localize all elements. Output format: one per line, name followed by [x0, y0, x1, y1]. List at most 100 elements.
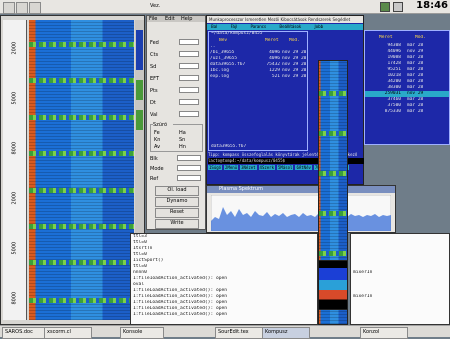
file-date: nov 29 2005 [282, 50, 306, 55]
mc-left-panel[interactable]: ~/data/kompusz/0455 Név Méret Mód. .. /b… [208, 31, 308, 151]
dynamo-button[interactable]: Dynamo [155, 197, 199, 207]
fkey-rename[interactable]: 6ÁtNév [295, 165, 312, 170]
mc-menu-left[interactable]: Bal [211, 24, 217, 29]
mc-right-panel[interactable]: Méret Mód. 94308 már 28 44096 nov 29 19088… [364, 30, 450, 145]
file-size: 4096 [269, 50, 280, 55]
console-window-right[interactable]: mixerIn mixerIn [350, 233, 450, 325]
terminal-icon[interactable] [29, 2, 41, 14]
filter-option[interactable]: Kn [154, 137, 174, 143]
load-button[interactable]: Ol. load [155, 186, 199, 196]
file-name: exp.log [210, 74, 229, 79]
mc-menu-command[interactable]: Parancs [250, 24, 266, 29]
spectrogram-image[interactable] [29, 20, 134, 320]
ruler-label: 5000 [11, 241, 18, 255]
menu-file[interactable]: File [149, 16, 163, 22]
write-button[interactable]: Write [155, 219, 199, 229]
file-date: nov 29 2005 [282, 68, 306, 73]
ruler-label: 8000 [11, 291, 18, 305]
mc-menu-options[interactable]: Beállítások [279, 24, 301, 29]
file-name: 1bc.log [210, 68, 229, 73]
mc-file-row[interactable]: /uzl_39655 4096 nov 29 2005 [210, 56, 306, 61]
param-label: Dt [150, 100, 156, 106]
file-date: már 28 [407, 73, 424, 78]
mc-file-row[interactable]: data39655.f67 75432 nov 29 2005 [210, 62, 306, 67]
filter-option[interactable]: Hn [179, 144, 199, 150]
task-kompusz[interactable]: Kompusz [262, 327, 310, 339]
mc-right-list: 94308 már 28 44096 nov 29 19088 már 28 1742… [365, 43, 449, 115]
menu-help[interactable]: Help [181, 16, 195, 22]
filter-option[interactable]: Fe [154, 130, 174, 136]
file-size: 34200 [387, 79, 401, 84]
fkey-help[interactable]: 1Súgó [208, 165, 223, 170]
file-date: már 28 [407, 103, 424, 108]
option-select[interactable] [177, 155, 201, 161]
panel-menu-item-1[interactable]: Vez. [150, 3, 200, 11]
fkey-copy[interactable]: 5Másol [277, 165, 294, 170]
task-saros[interactable]: SAROS.doc [2, 327, 46, 339]
channel-marker[interactable] [136, 110, 143, 130]
file-date: már 28 [407, 79, 424, 84]
spectrogram-window: 2000 5000 8000 2000 5000 8000 [0, 15, 145, 325]
fkey-menu[interactable]: 2Menü [224, 165, 239, 170]
menu-edit[interactable]: Edit [165, 16, 179, 22]
scrollbar-thumb[interactable] [136, 30, 143, 70]
mc-col-mtime: Mód. [415, 35, 426, 40]
filter-option[interactable]: Sn [179, 137, 199, 143]
console-side-label: mixerIn [353, 270, 373, 275]
param-field[interactable] [179, 51, 199, 57]
fkey-view[interactable]: 3Nézet [240, 165, 257, 170]
task-konsole[interactable]: Konsole [120, 327, 164, 339]
file-size: 75432 [266, 62, 280, 67]
file-date: nov 29 [407, 49, 424, 54]
param-field[interactable] [179, 87, 199, 93]
mc-menu-right[interactable]: Jobb [315, 24, 324, 29]
fkey-edit[interactable]: 4Szerk [258, 165, 275, 170]
mc-file-row[interactable]: 875330 már 28 [365, 109, 449, 115]
plot-area[interactable] [211, 195, 391, 231]
file-date: már 28 [407, 109, 424, 114]
file-size: 95251 [387, 67, 401, 72]
param-label: Val [150, 112, 158, 118]
channel-marker[interactable] [136, 80, 143, 100]
file-size: 10218 [387, 73, 401, 78]
file-size: 38300 [387, 85, 401, 90]
ruler-label: 5000 [11, 91, 18, 105]
filter-option[interactable]: Av [154, 144, 174, 150]
param-field[interactable] [179, 75, 199, 81]
console-window[interactable]: ttl=3 ttl=0 1tsrtTn ttl=0 1ictSport() tt… [130, 233, 318, 325]
network-icon[interactable] [380, 2, 390, 12]
menu-icon[interactable] [3, 2, 15, 14]
file-date: nov 29 2005 [282, 62, 306, 67]
reset-button[interactable]: Reset [155, 208, 199, 218]
param-field[interactable] [179, 39, 199, 45]
mc-file-row[interactable]: exp.log 521 nov 29 2005 [210, 74, 306, 79]
mc-title: Munkaprocesszor Ismeretlen Mezői Kibocsá… [207, 16, 363, 23]
browser-icon[interactable] [16, 2, 28, 14]
option-select[interactable] [177, 175, 201, 181]
spectrogram-band [29, 151, 134, 156]
ruler-label: 2000 [11, 191, 18, 205]
task-konzol[interactable]: Konzol [360, 327, 408, 339]
taskbar: SAROS.doc xscorm.cl Konsole SourEdit.tex… [0, 325, 450, 339]
file-size: 37460 [387, 97, 401, 102]
mc-file-row[interactable]: .. [210, 44, 306, 49]
mc-file-row[interactable]: 1bc.log 1229 nov 29 2005 [210, 68, 306, 73]
task-souredit[interactable]: SourEdit.tex [215, 327, 263, 339]
mc-file-row[interactable]: /b1_39655 4096 nov 29 2005 [210, 50, 306, 55]
file-name: data39655.f67 [210, 62, 246, 67]
spectrogram-band [29, 224, 134, 229]
mc-col-size: Méret [379, 35, 393, 40]
filter-option[interactable]: Ha [179, 130, 199, 136]
spectrogram-band [29, 260, 134, 265]
param-field[interactable] [179, 111, 199, 117]
clock[interactable]: 18:46 [410, 0, 448, 10]
file-date: már 28 [407, 67, 424, 72]
param-field[interactable] [179, 63, 199, 69]
option-select[interactable] [177, 165, 201, 171]
task-xscorm[interactable]: xscorm.cl [44, 327, 92, 339]
file-date: nov 29 2005 [282, 56, 306, 61]
volume-icon[interactable] [393, 2, 403, 12]
spectrogram-band [319, 251, 347, 256]
param-field[interactable] [179, 99, 199, 105]
mc-menu-file[interactable]: Fájl [231, 24, 238, 29]
